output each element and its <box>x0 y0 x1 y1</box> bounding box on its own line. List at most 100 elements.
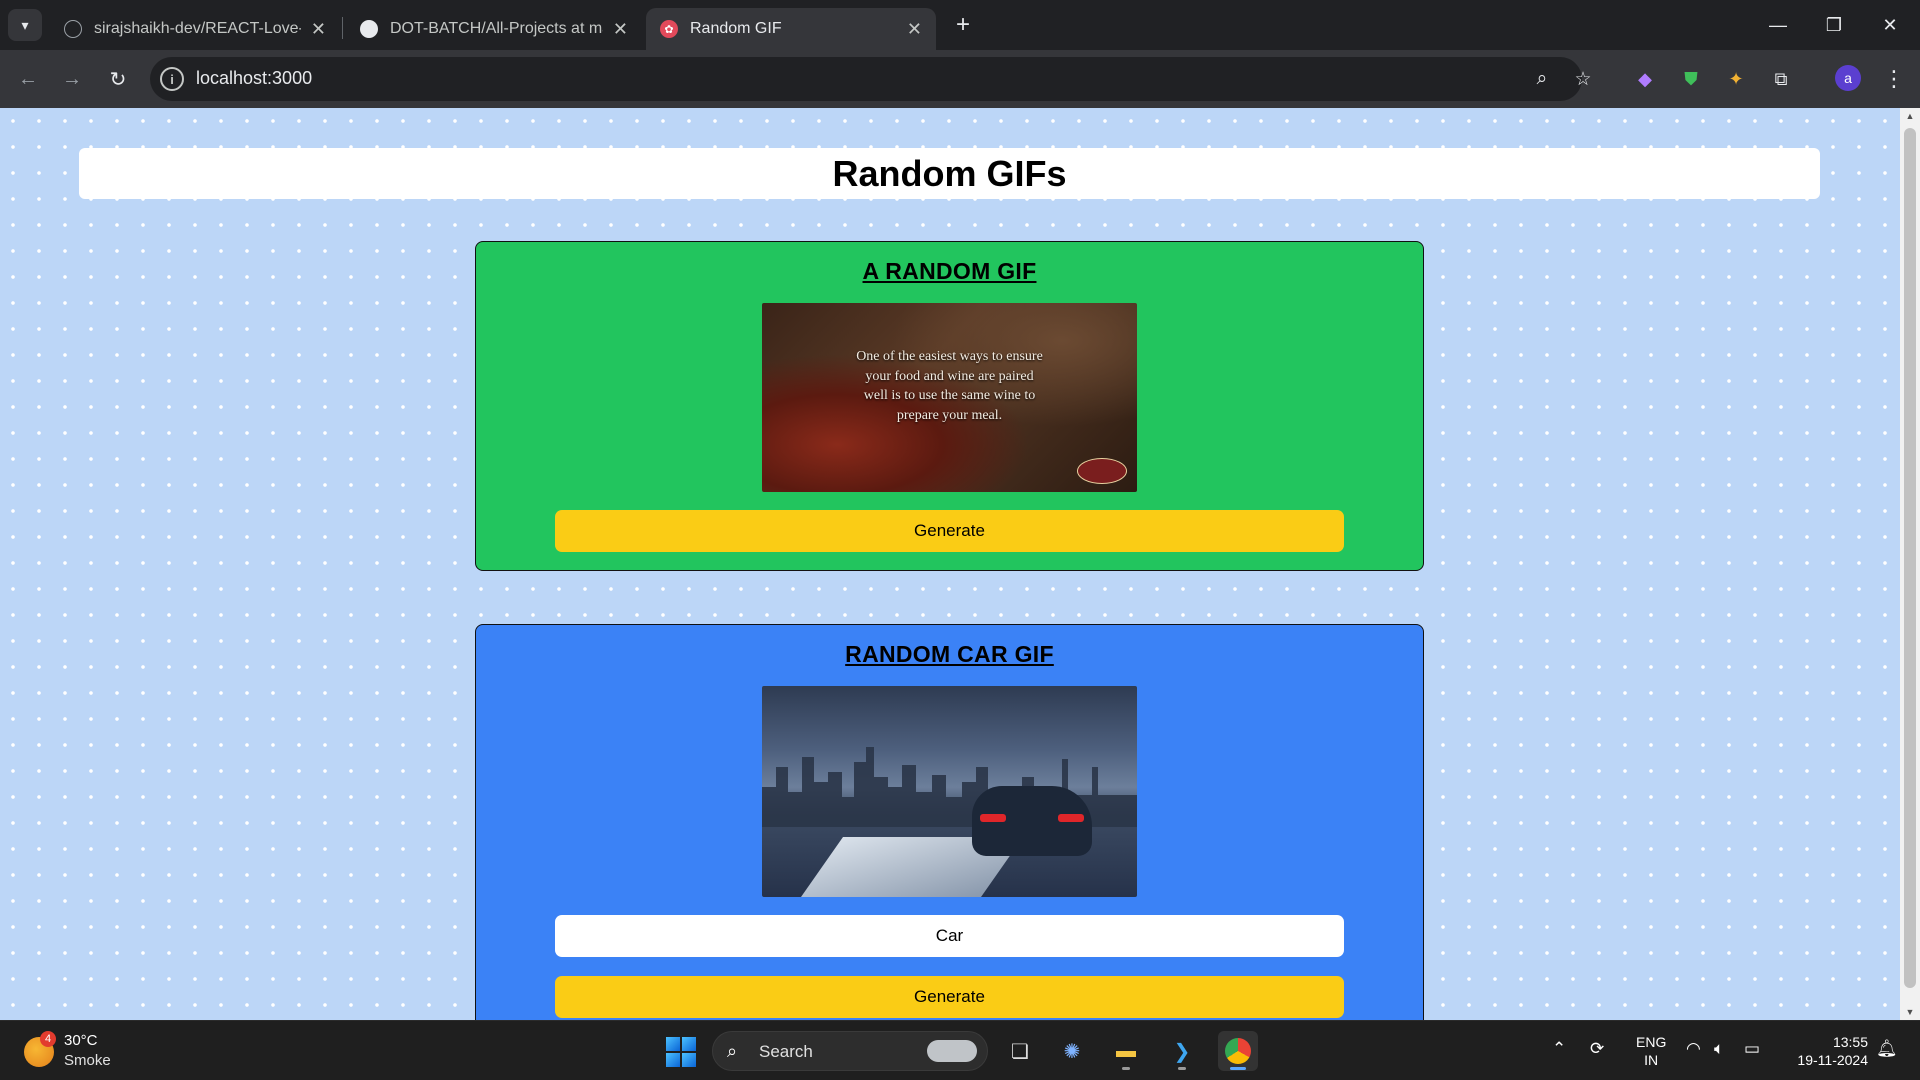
browser-tab-strip: ▾ sirajshaikh-dev/REACT-Love-Ba ✕ DOT-BA… <box>0 0 1920 50</box>
tab-dot-batch[interactable]: DOT-BATCH/All-Projects at mas ✕ <box>346 8 642 50</box>
github-icon <box>64 20 82 38</box>
new-tab-button[interactable]: + <box>948 10 978 40</box>
search-highlight-image <box>927 1040 977 1062</box>
close-icon[interactable]: ✕ <box>311 19 326 40</box>
scroll-up-icon[interactable]: ▲ <box>1900 108 1920 124</box>
close-icon: ✕ <box>1882 14 1898 35</box>
tray-overflow-icon[interactable]: ⌃ <box>1552 1039 1566 1059</box>
restore-button[interactable]: ❐ <box>1806 0 1862 50</box>
tab-react-love-babbar[interactable]: sirajshaikh-dev/REACT-Love-Ba ✕ <box>50 8 340 50</box>
tab-title: sirajshaikh-dev/REACT-Love-Ba <box>94 20 301 37</box>
random-gif-card: A RANDOM GIF One of the easiest ways to … <box>475 241 1424 571</box>
address-bar[interactable]: i localhost:3000 ⌕ ☆ <box>150 57 1592 101</box>
close-icon[interactable]: ✕ <box>613 19 628 40</box>
weather-temperature[interactable]: 30°C <box>64 1032 98 1049</box>
page-scrollbar[interactable]: ▲ ▼ <box>1900 108 1920 1020</box>
copilot-icon: ✺ <box>1063 1040 1081 1063</box>
page-header: Random GIFs <box>79 148 1820 199</box>
battery-icon[interactable]: ▭ <box>1744 1039 1760 1059</box>
tag-gif-title: RANDOM CAR GIF <box>845 641 1054 667</box>
plus-icon: + <box>955 11 970 38</box>
vscode-icon: ❯ <box>1173 1040 1191 1063</box>
close-icon[interactable]: ✕ <box>907 19 922 40</box>
tab-random-gif[interactable]: ✿ Random GIF ✕ <box>646 8 936 50</box>
car-gif-image <box>762 686 1137 897</box>
region-code: IN <box>1644 1052 1659 1068</box>
weather-badge: 4 <box>40 1031 56 1047</box>
folder-icon: ▬ <box>1116 1039 1136 1062</box>
wifi-icon[interactable]: ◠ <box>1686 1039 1701 1059</box>
restore-icon: ❐ <box>1825 14 1843 35</box>
shield-icon[interactable]: ⛊ <box>1676 64 1706 94</box>
bookmark-star-icon[interactable]: ☆ <box>1569 65 1597 93</box>
windows-logo-pane <box>682 1053 696 1067</box>
more-menu-icon[interactable]: ⋮ <box>1880 63 1908 95</box>
forward-button[interactable]: → <box>56 63 88 95</box>
vscode-button[interactable]: ❯ <box>1162 1031 1202 1071</box>
notification-bell-icon[interactable]: 🔔︎ <box>1876 1039 1898 1059</box>
search-icon: ⌕ <box>727 1041 738 1061</box>
extension-purple-icon[interactable]: ◆ <box>1630 64 1660 94</box>
random-gif-image: One of the easiest ways to ensure your f… <box>762 303 1137 492</box>
tab-divider <box>342 17 343 39</box>
start-button[interactable] <box>666 1037 696 1067</box>
car-taillight <box>980 814 1006 822</box>
scrollbar-thumb[interactable] <box>1904 128 1916 988</box>
copilot-button[interactable]: ✺ <box>1052 1031 1092 1071</box>
reload-icon: ↻ <box>109 68 127 91</box>
task-view-button[interactable]: ❏ <box>1000 1031 1040 1071</box>
extensions-puzzle-icon[interactable]: ⧉ <box>1766 64 1796 94</box>
minimize-button[interactable]: — <box>1750 0 1806 50</box>
minimize-icon: — <box>1769 14 1787 35</box>
generate-random-button[interactable]: Generate <box>555 510 1344 552</box>
clock-date: 19-11-2024 <box>1797 1052 1868 1068</box>
page-title: Random GIFs <box>832 152 1067 194</box>
tab-search-button[interactable]: ▾ <box>8 9 42 41</box>
chrome-button[interactable] <box>1218 1031 1258 1071</box>
chevron-down-icon: ▾ <box>21 16 29 33</box>
generate-tag-button[interactable]: Generate <box>555 976 1344 1018</box>
brand-logo <box>1077 458 1127 484</box>
github-icon <box>360 20 378 38</box>
scroll-down-icon[interactable]: ▼ <box>1900 1004 1920 1020</box>
weather-description[interactable]: Smoke <box>64 1052 111 1069</box>
arrow-right-icon: → <box>62 67 82 90</box>
react-app-icon: ✿ <box>660 20 678 38</box>
tab-title: DOT-BATCH/All-Projects at mas <box>390 20 603 37</box>
chrome-icon <box>1225 1038 1251 1064</box>
search-label: Search <box>759 1042 813 1061</box>
car-taillight <box>1058 814 1084 822</box>
reload-button[interactable]: ↻ <box>102 63 134 95</box>
browser-toolbar: ← → ↻ i localhost:3000 ⌕ ☆ ◆ ⛊ ✦ ⧉ a ⋮ <box>0 50 1920 108</box>
windows-logo-pane <box>666 1037 680 1051</box>
language-indicator[interactable]: ENG IN <box>1636 1033 1666 1069</box>
file-explorer-button[interactable]: ▬ <box>1106 1031 1146 1071</box>
language-code: ENG <box>1636 1034 1667 1050</box>
tag-gif-card: RANDOM CAR GIF Car Generate <box>475 624 1424 1020</box>
taskbar: 4 30°C Smoke ⌕ Search ❏ ✺ ▬ ❯ ⌃ ⟳ ENG IN… <box>0 1020 1920 1080</box>
profile-avatar[interactable]: a <box>1835 65 1861 91</box>
active-indicator <box>1230 1067 1246 1070</box>
windows-logo-pane <box>666 1053 680 1067</box>
tab-title: Random GIF <box>690 20 782 37</box>
windows-logo-pane <box>682 1037 696 1051</box>
tag-input[interactable]: Car <box>555 915 1344 957</box>
back-button[interactable]: ← <box>12 63 44 95</box>
task-view-icon: ❏ <box>1011 1040 1029 1063</box>
gif-caption: One of the easiest ways to ensure your f… <box>856 349 1043 423</box>
volume-icon[interactable]: 🔈︎ <box>1714 1039 1724 1059</box>
zoom-icon[interactable]: ⌕ <box>1528 65 1556 93</box>
close-window-button[interactable]: ✕ <box>1862 0 1918 50</box>
url-text[interactable]: localhost:3000 <box>196 68 312 89</box>
site-info-icon[interactable]: i <box>160 67 184 91</box>
clock-time: 13:55 <box>1832 1034 1868 1050</box>
random-gif-title: A RANDOM GIF <box>862 258 1037 284</box>
running-indicator <box>1122 1067 1130 1070</box>
arrow-left-icon: ← <box>18 67 38 90</box>
extension-star-icon[interactable]: ✦ <box>1721 64 1751 94</box>
taskbar-search[interactable]: ⌕ Search <box>712 1031 988 1071</box>
page-viewport: Random GIFs A RANDOM GIF One of the easi… <box>0 108 1900 1020</box>
system-clock[interactable]: 13:55 19-11-2024 <box>1784 1033 1868 1069</box>
running-indicator <box>1178 1067 1186 1070</box>
sync-icon[interactable]: ⟳ <box>1590 1039 1604 1059</box>
